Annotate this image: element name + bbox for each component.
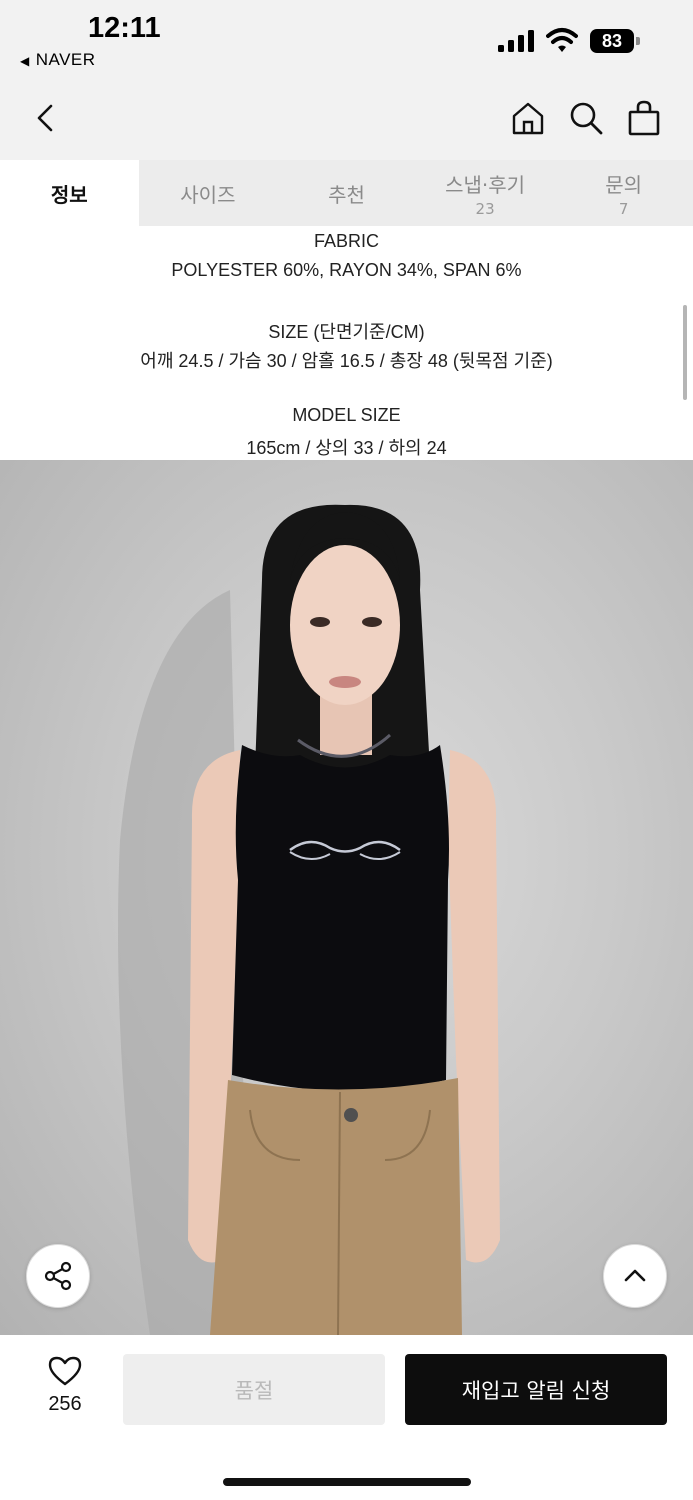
- tab-snap-review[interactable]: 스냅·후기 23: [416, 160, 555, 226]
- model-illustration: [118, 504, 500, 1335]
- share-button[interactable]: [26, 1244, 90, 1308]
- tab-inquiry[interactable]: 문의 7: [554, 160, 693, 226]
- inquiry-count: 7: [618, 199, 629, 218]
- scroll-indicator[interactable]: [683, 305, 687, 400]
- share-icon: [44, 1261, 72, 1291]
- wifi-icon: [546, 28, 578, 52]
- model-size-value: 165cm / 상의 33 / 하의 24: [246, 438, 447, 458]
- back-triangle-icon: ◀: [20, 54, 30, 68]
- shopping-bag-icon: [628, 100, 660, 136]
- tab-info-label: 정보: [50, 182, 88, 207]
- scroll-to-top-button[interactable]: [603, 1244, 667, 1308]
- sold-out-button: 품절: [123, 1354, 385, 1425]
- back-app-label: NAVER: [35, 50, 96, 69]
- tab-recommend-label: 추천: [328, 182, 365, 207]
- fabric-value: POLYESTER 60%, RAYON 34%, SPAN 6%: [171, 260, 522, 280]
- review-count: 23: [475, 199, 495, 218]
- tab-size-label: 사이즈: [180, 182, 236, 207]
- tab-info[interactable]: 정보: [0, 160, 139, 226]
- product-photo: [0, 460, 693, 1335]
- bottom-action-bar: 256 품절 재입고 알림 신청: [0, 1335, 693, 1500]
- search-button[interactable]: [564, 96, 608, 140]
- product-tabs: 정보 사이즈 추천 스냅·후기 23 문의 7: [0, 160, 693, 226]
- top-nav: [0, 80, 693, 160]
- battery-icon: 83: [590, 29, 640, 53]
- restock-alert-button[interactable]: 재입고 알림 신청: [405, 1354, 667, 1425]
- home-button[interactable]: [506, 96, 550, 140]
- size-title: SIZE (단면기준/CM): [268, 322, 425, 342]
- back-to-app-link[interactable]: ◀ NAVER: [20, 50, 96, 70]
- tab-recommend[interactable]: 추천: [277, 160, 416, 226]
- status-bar: 12:11 ◀ NAVER 83: [0, 0, 693, 80]
- home-indicator[interactable]: [223, 1478, 471, 1486]
- tab-inquiry-label: 문의: [605, 172, 643, 197]
- like-button[interactable]: 256: [30, 1355, 100, 1416]
- size-value: 어깨 24.5 / 가슴 30 / 암홀 16.5 / 총장 48 (뒷목점 기…: [140, 351, 553, 371]
- tab-snap-review-label: 스냅·후기: [445, 172, 526, 197]
- like-count: 256: [48, 1393, 82, 1415]
- home-icon: [512, 102, 544, 135]
- chevron-left-icon: [37, 104, 53, 132]
- tab-size[interactable]: 사이즈: [139, 160, 278, 226]
- search-icon: [570, 102, 603, 135]
- product-details: FABRIC POLYESTER 60%, RAYON 34%, SPAN 6%…: [0, 226, 693, 460]
- cellular-signal-icon: [498, 30, 534, 52]
- clock: 12:11: [88, 12, 161, 44]
- model-size-title: MODEL SIZE: [292, 405, 401, 425]
- cart-button[interactable]: [622, 96, 666, 140]
- back-button[interactable]: [24, 96, 68, 140]
- chevron-up-icon: [624, 1269, 646, 1282]
- heart-icon: [48, 1356, 82, 1386]
- battery-level: 83: [590, 29, 634, 53]
- fabric-title: FABRIC: [313, 231, 379, 251]
